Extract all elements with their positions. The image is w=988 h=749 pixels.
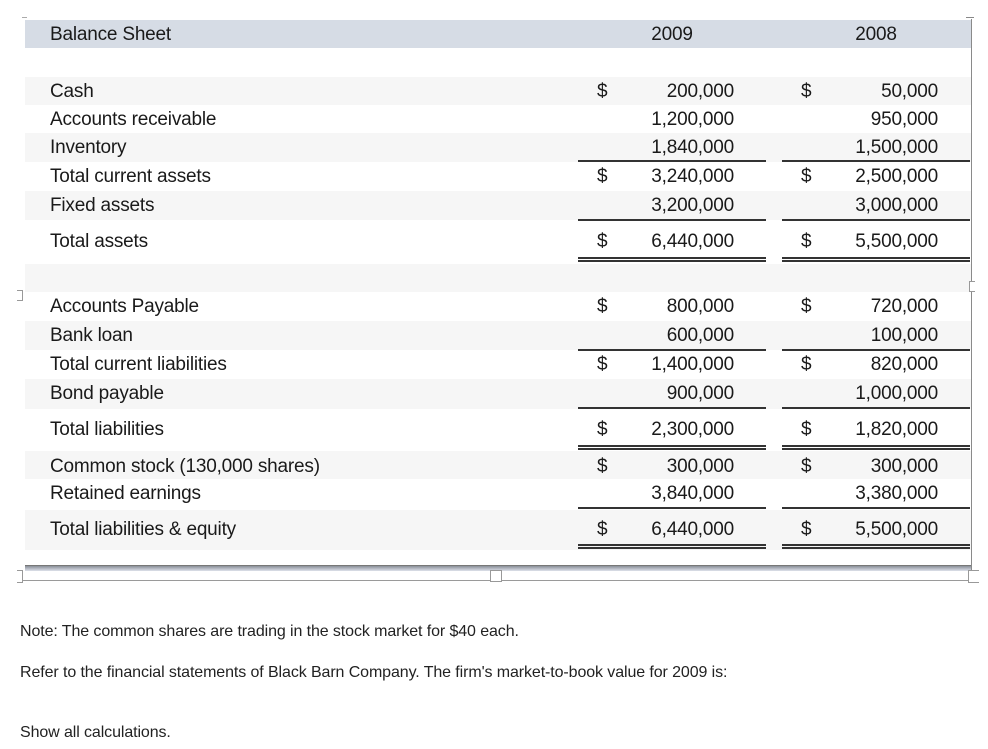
value-2009: 3,200,000 [651, 195, 734, 216]
note-text: Note: The common shares are trading in t… [20, 623, 519, 640]
table-row: Total current assets $3,240,000 $2,500,0… [25, 162, 971, 191]
value-2009: 2,300,000 [651, 419, 734, 440]
value-2008: 1,500,000 [855, 137, 938, 158]
value-2008: 3,000,000 [855, 195, 938, 216]
resize-handle-bottom[interactable] [490, 570, 502, 582]
currency-symbol: $ [597, 81, 608, 102]
value-2009: 1,400,000 [651, 354, 734, 375]
table-row: Total current liabilities $1,400,000 $82… [25, 350, 971, 379]
row-label: Total liabilities & equity [50, 519, 236, 540]
value-2008: 50,000 [881, 81, 938, 102]
object-frame-border [971, 19, 972, 580]
currency-symbol: $ [801, 354, 812, 375]
row-label: Total current assets [50, 166, 211, 187]
value-2008: 100,000 [870, 325, 938, 346]
value-2008: 2,500,000 [855, 166, 938, 187]
resize-handle-bottom-left[interactable] [17, 570, 23, 583]
total-double-underline [782, 257, 970, 262]
total-double-underline [782, 544, 970, 549]
table-row: Accounts receivable 1,200,000 950,000 [25, 105, 971, 133]
value-2009: 200,000 [666, 81, 734, 102]
row-label: Bank loan [50, 325, 133, 346]
value-2008: 1,000,000 [855, 383, 938, 404]
row-label: Accounts Payable [50, 296, 199, 317]
row-label: Fixed assets [50, 195, 155, 216]
value-2009: 800,000 [666, 296, 734, 317]
row-label: Total current liabilities [50, 354, 227, 375]
value-2009: 600,000 [666, 325, 734, 346]
table-row: Total liabilities $2,300,000 $1,820,000 [25, 409, 971, 450]
question-prompt: Refer to the financial statements of Bla… [20, 664, 728, 681]
row-label: Cash [50, 81, 94, 102]
value-2009: 3,240,000 [651, 166, 734, 187]
subtotal-underline [578, 507, 766, 509]
value-2008: 3,380,000 [855, 483, 938, 504]
value-2008: 720,000 [870, 296, 938, 317]
resize-handle-right[interactable] [969, 281, 975, 292]
instruction-text: Show all calculations. [20, 724, 171, 741]
total-double-underline [578, 445, 766, 450]
value-2008: 1,820,000 [855, 419, 938, 440]
row-label: Inventory [50, 137, 127, 158]
table-header-row: Balance Sheet 2009 2008 [25, 20, 971, 48]
table-row: Retained earnings 3,840,000 3,380,000 [25, 479, 971, 509]
row-label: Total assets [50, 231, 148, 252]
table-row: Bond payable 900,000 1,000,000 [25, 379, 971, 409]
currency-symbol: $ [597, 296, 608, 317]
currency-symbol: $ [801, 296, 812, 317]
total-double-underline [578, 257, 766, 262]
subtotal-underline [782, 507, 970, 509]
value-2008: 820,000 [870, 354, 938, 375]
column-header-2008: 2008 [855, 24, 897, 45]
total-double-underline [782, 445, 970, 450]
column-header-2009: 2009 [651, 24, 693, 45]
value-2008: 950,000 [870, 109, 938, 130]
value-2009: 3,840,000 [651, 483, 734, 504]
row-label: Accounts receivable [50, 109, 217, 130]
table-row: Inventory 1,840,000 1,500,000 [25, 133, 971, 162]
table-row: Total assets $6,440,000 $5,500,000 [25, 220, 971, 263]
value-2009: 1,840,000 [651, 137, 734, 158]
value-2009: 900,000 [666, 383, 734, 404]
currency-symbol: $ [801, 419, 812, 440]
currency-symbol: $ [801, 166, 812, 187]
row-label: Bond payable [50, 383, 164, 404]
currency-symbol: $ [597, 419, 608, 440]
currency-symbol: $ [597, 354, 608, 375]
resize-handle-left[interactable] [17, 290, 23, 301]
table-title: Balance Sheet [50, 24, 171, 45]
table-row: Common stock (130,000 shares) $300,000 $… [25, 451, 971, 479]
currency-symbol: $ [801, 81, 812, 102]
value-2009: 1,200,000 [651, 109, 734, 130]
total-double-underline [578, 544, 766, 549]
table-row: Total liabilities & equity $6,440,000 $5… [25, 510, 971, 550]
table-row: Accounts Payable $800,000 $720,000 [25, 292, 971, 321]
row-label: Retained earnings [50, 483, 201, 504]
table-row: Bank loan 600,000 100,000 [25, 321, 971, 351]
resize-handle-bottom-right[interactable] [968, 570, 979, 583]
table-row: Fixed assets 3,200,000 3,000,000 [25, 191, 971, 221]
row-label: Total liabilities [50, 419, 164, 440]
balance-sheet-table: Balance Sheet 2009 2008 Cash $200,000 $5… [25, 20, 971, 580]
table-row: Cash $200,000 $50,000 [25, 77, 971, 105]
currency-symbol: $ [597, 166, 608, 187]
spacer-row [25, 264, 971, 292]
